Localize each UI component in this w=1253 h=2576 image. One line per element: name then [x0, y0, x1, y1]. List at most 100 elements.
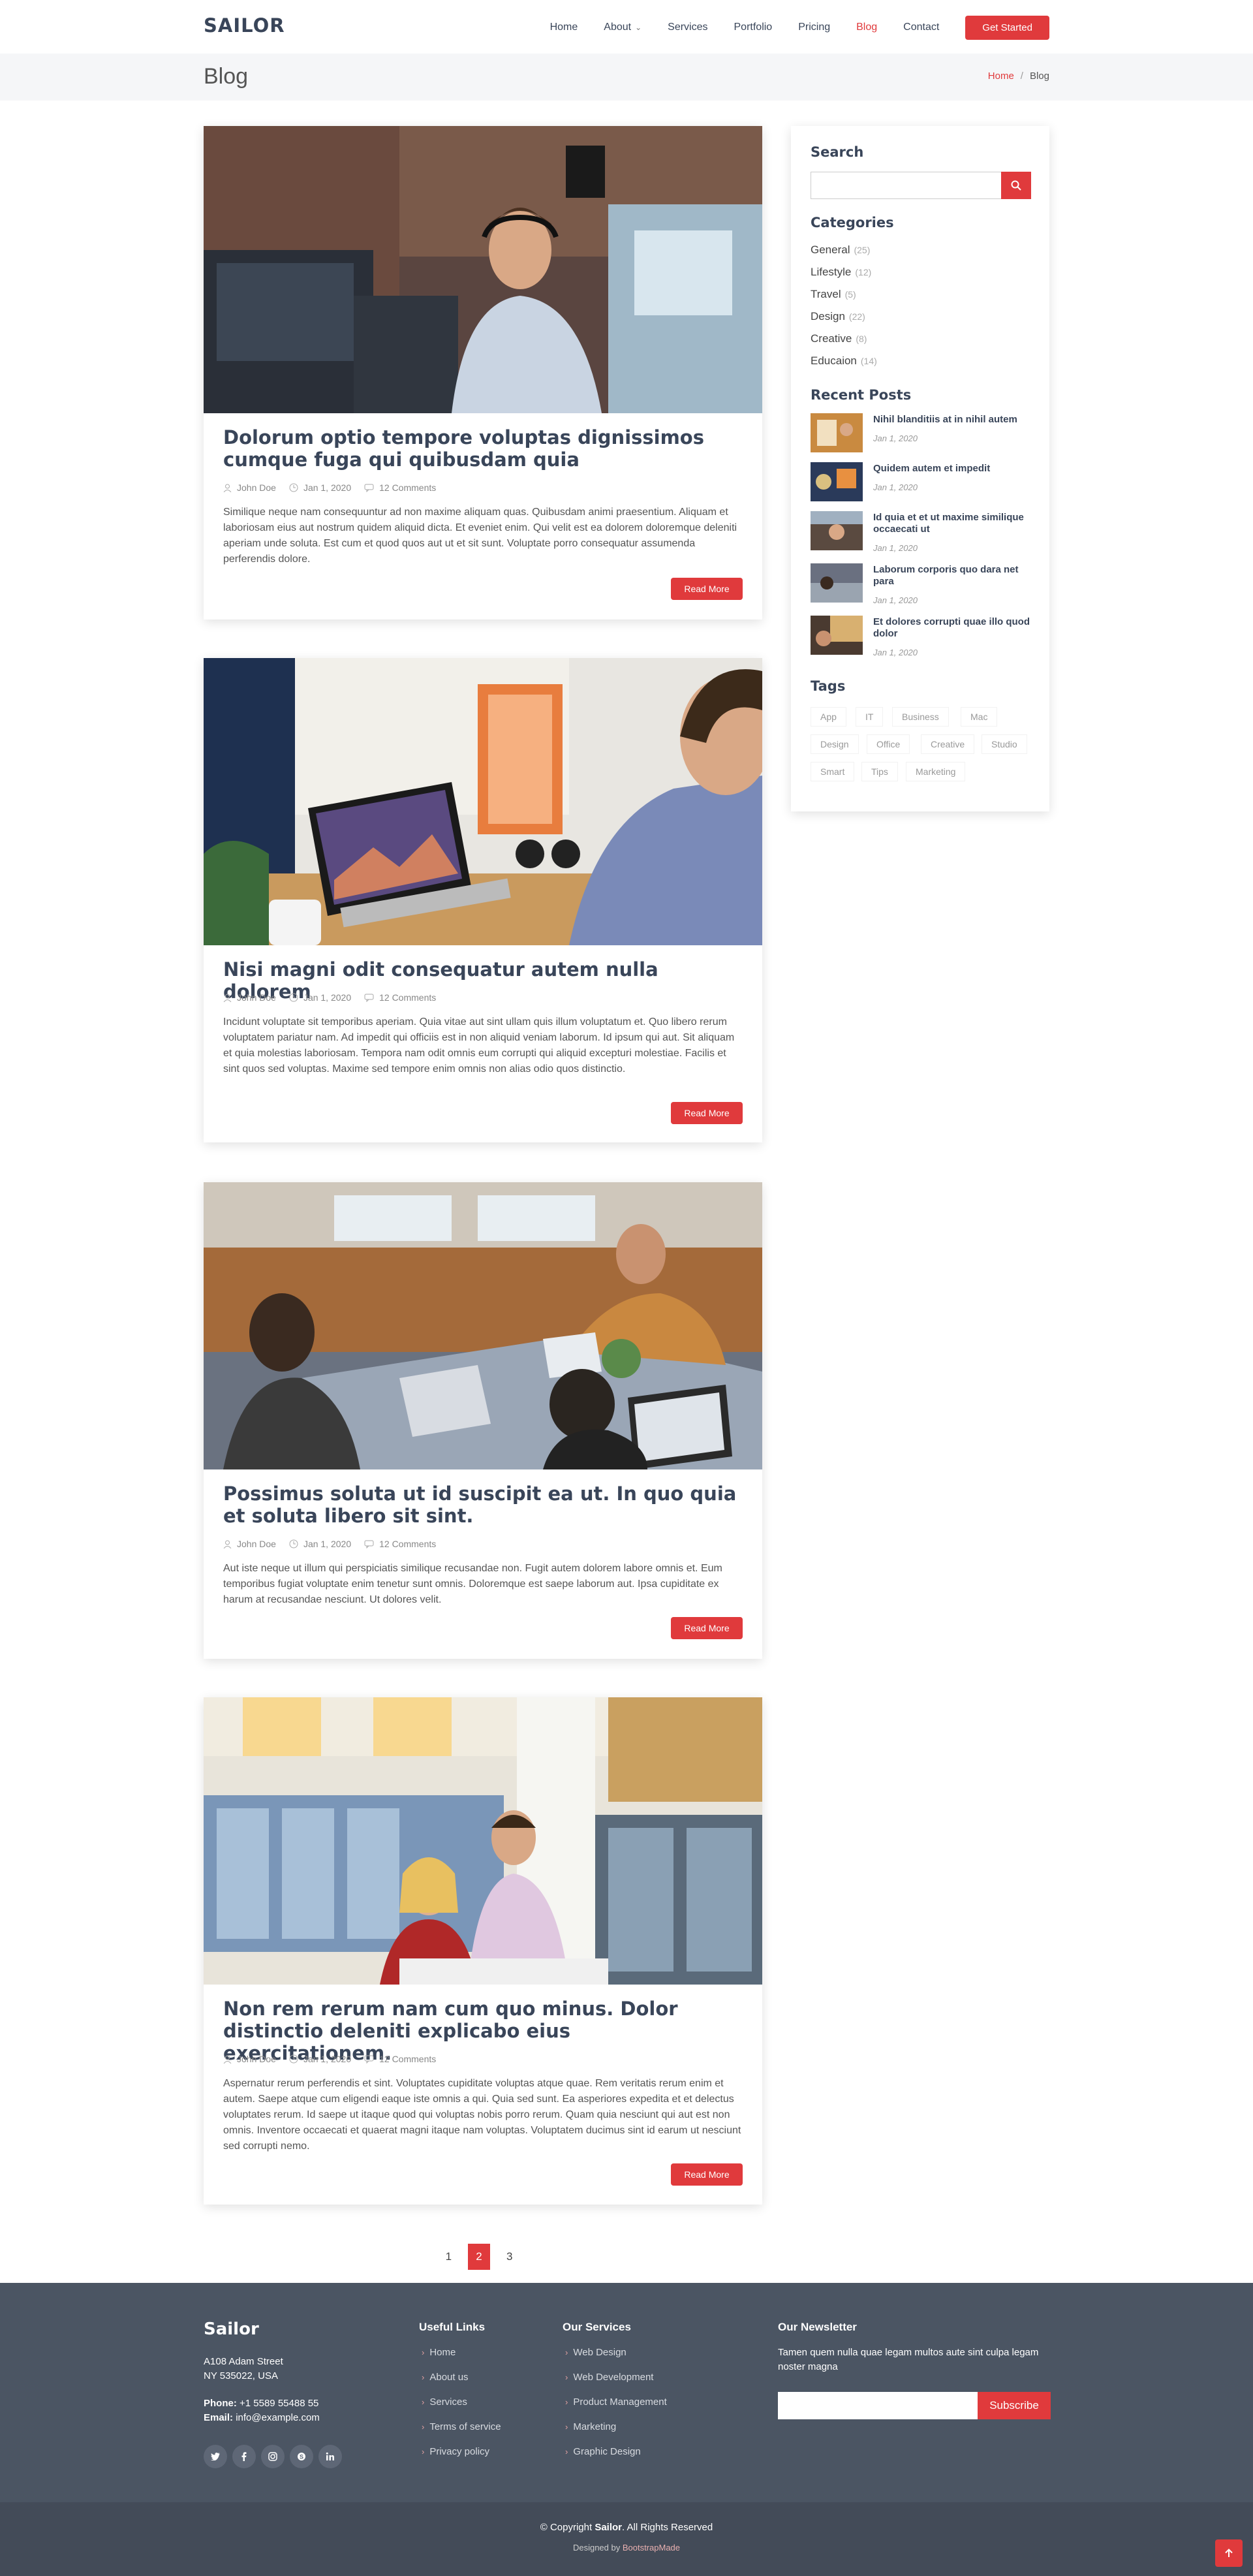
nav-blog[interactable]: Blog [856, 22, 877, 33]
search-title: Search [811, 144, 864, 160]
search-button[interactable] [1001, 172, 1031, 199]
facebook-icon[interactable] [232, 2445, 256, 2468]
category-item[interactable]: General (25) [811, 243, 870, 257]
entry-author[interactable]: John Doe [223, 992, 276, 1003]
entry-date[interactable]: Jan 1, 2020 [289, 1539, 351, 1549]
category-item[interactable]: Educaion (14) [811, 354, 877, 368]
credits: Designed by BootstrapMade [0, 2543, 1253, 2552]
entry-date[interactable]: Jan 1, 2020 [289, 2054, 351, 2064]
page-title: Blog [204, 64, 249, 89]
instagram-icon[interactable] [261, 2445, 285, 2468]
tag-item[interactable]: Business [892, 707, 949, 727]
footer-link[interactable]: › Product Management [565, 2396, 667, 2408]
linkedin-icon[interactable] [318, 2445, 342, 2468]
entry-comments[interactable]: 12 Comments [364, 992, 436, 1003]
search-input[interactable] [811, 172, 1001, 199]
footer-link[interactable]: › Graphic Design [565, 2446, 641, 2457]
category-count: (25) [854, 245, 871, 255]
get-started-button[interactable]: Get Started [965, 15, 1049, 40]
page-link[interactable]: 3 [498, 2244, 521, 2270]
footer-link[interactable]: › Services [422, 2396, 467, 2408]
copyright: © Copyright Sailor. All Rights Reserved [0, 2522, 1253, 2533]
footer-link[interactable]: › Web Design [565, 2347, 626, 2358]
entry-comments[interactable]: 12 Comments [364, 482, 436, 493]
tag-item[interactable]: App [811, 707, 846, 727]
recent-post-date: Jan 1, 2020 [873, 648, 918, 657]
footer-link[interactable]: › About us [422, 2372, 469, 2383]
tag-item[interactable]: Smart [811, 762, 855, 781]
read-more-button[interactable]: Read More [671, 2163, 743, 2186]
entry-comments[interactable]: 12 Comments [364, 2054, 436, 2064]
recent-post-thumbnail[interactable] [811, 511, 863, 550]
page-link[interactable]: 1 [437, 2244, 460, 2270]
recent-post-thumbnail[interactable] [811, 616, 863, 655]
entry-author[interactable]: John Doe [223, 1539, 276, 1549]
nav-services[interactable]: Services [668, 22, 707, 33]
tag-item[interactable]: Design [811, 734, 859, 754]
entry-excerpt: Aspernatur rerum perferendis et sint. Vo… [223, 2078, 741, 2152]
tag-item[interactable]: Tips [861, 762, 898, 781]
footer-link[interactable]: › Marketing [565, 2421, 616, 2432]
copyright-brand: Sailor [595, 2522, 623, 2533]
footer-link[interactable]: › Terms of service [422, 2421, 501, 2432]
newsletter-email-input[interactable] [778, 2392, 978, 2419]
entry-image[interactable] [204, 1697, 762, 1985]
recent-post-thumbnail[interactable] [811, 563, 863, 603]
footer-address-line: NY 535022, USA [204, 2370, 278, 2381]
tag-item[interactable]: Office [867, 734, 910, 754]
recent-post-thumbnail[interactable] [811, 413, 863, 452]
nav-contact[interactable]: Contact [903, 22, 939, 33]
breadcrumb-home-link[interactable]: Home [988, 71, 1014, 82]
category-count: (5) [844, 289, 856, 300]
tag-item[interactable]: IT [856, 707, 884, 727]
footer-link[interactable]: › Privacy policy [422, 2446, 489, 2457]
tag-item[interactable]: Creative [921, 734, 975, 754]
tag-item[interactable]: Mac [961, 707, 998, 727]
recent-post-title[interactable]: Quidem autem et impedit [873, 463, 1030, 475]
nav-home[interactable]: Home [550, 22, 578, 33]
category-item[interactable]: Lifestyle (12) [811, 266, 871, 279]
entry-author[interactable]: John Doe [223, 2054, 276, 2064]
entry-image[interactable] [204, 658, 762, 945]
nav-portfolio[interactable]: Portfolio [734, 22, 773, 33]
site-logo[interactable]: SAILOR [204, 14, 285, 37]
footer-link[interactable]: › Home [422, 2347, 456, 2358]
tag-item[interactable]: Marketing [906, 762, 966, 781]
credits-link[interactable]: BootstrapMade [623, 2543, 680, 2552]
recent-post-title[interactable]: Et dolores corrupti quae illo quod dolor [873, 616, 1030, 640]
entry-title[interactable]: Dolorum optio tempore voluptas dignissim… [223, 426, 745, 471]
entry-date[interactable]: Jan 1, 2020 [289, 482, 351, 493]
nav-pricing[interactable]: Pricing [798, 22, 830, 33]
recent-post-title[interactable]: Laborum corporis quo dara net para [873, 564, 1030, 588]
entry-author[interactable]: John Doe [223, 482, 276, 493]
category-item[interactable]: Travel (5) [811, 288, 856, 301]
recent-post-title[interactable]: Nihil blanditiis at in nihil autem [873, 414, 1030, 426]
comment-icon [364, 1540, 374, 1548]
entry-date[interactable]: Jan 1, 2020 [289, 992, 351, 1003]
read-more-button[interactable]: Read More [671, 578, 743, 600]
breadcrumb-current: Blog [1029, 71, 1049, 82]
tags-title: Tags [811, 678, 846, 694]
category-item[interactable]: Creative (8) [811, 332, 867, 345]
page-link-active[interactable]: 2 [467, 2244, 491, 2270]
recent-post-title[interactable]: Id quia et et ut maxime similique occaec… [873, 512, 1030, 535]
nav-about[interactable]: About ⌄ [604, 22, 642, 33]
main-nav: Home About ⌄ Services Portfolio Pricing B… [524, 14, 1049, 40]
breadcrumb-section: Blog Home / Blog [0, 54, 1253, 101]
entry-title[interactable]: Possimus soluta ut id suscipit ea ut. In… [223, 1483, 745, 1527]
footer-link[interactable]: › Web Development [565, 2372, 653, 2383]
category-name: Educaion [811, 354, 857, 367]
recent-post-thumbnail[interactable] [811, 462, 863, 501]
read-more-button[interactable]: Read More [671, 1102, 743, 1124]
recent-posts-title: Recent Posts [811, 387, 912, 403]
entry-image[interactable] [204, 1182, 762, 1469]
skype-icon[interactable]: S [290, 2445, 313, 2468]
read-more-button[interactable]: Read More [671, 1617, 743, 1639]
category-item[interactable]: Design (22) [811, 310, 865, 323]
entry-comments[interactable]: 12 Comments [364, 1539, 436, 1549]
back-to-top-button[interactable] [1215, 2539, 1243, 2567]
subscribe-button[interactable]: Subscribe [978, 2392, 1051, 2419]
entry-image[interactable] [204, 126, 762, 413]
twitter-icon[interactable] [204, 2445, 227, 2468]
tag-item[interactable]: Studio [982, 734, 1027, 754]
